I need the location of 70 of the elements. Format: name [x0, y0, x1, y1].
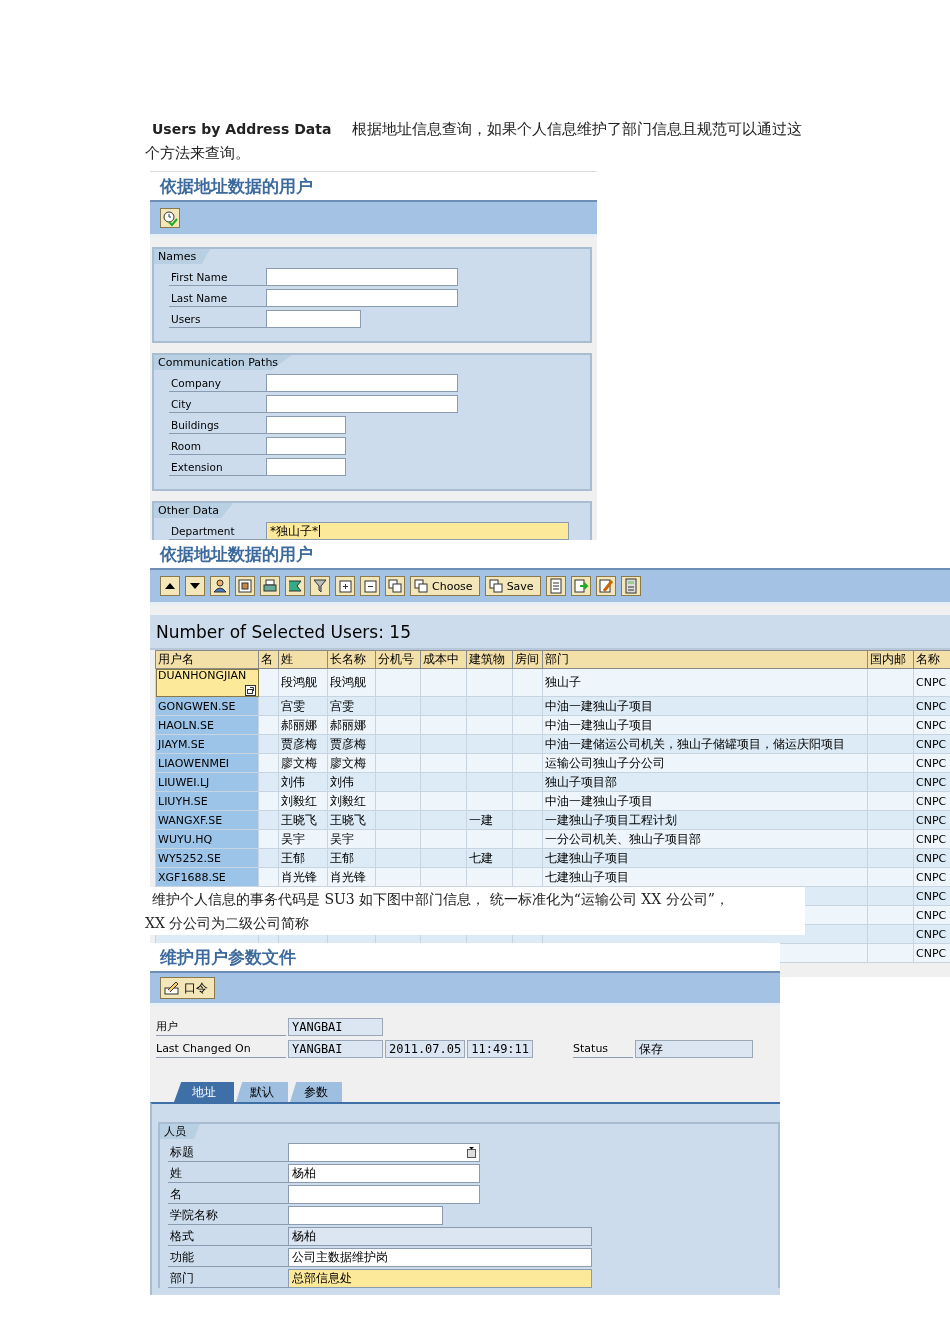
dropdown-field[interactable]: [288, 1143, 480, 1162]
input-field[interactable]: 公司主数据维护岗: [288, 1248, 592, 1267]
pencil-icon[interactable]: [595, 576, 616, 596]
column-header[interactable]: 房间: [512, 650, 543, 669]
display-field: 保存: [635, 1040, 754, 1058]
tab[interactable]: 参数: [290, 1082, 342, 1102]
column-header[interactable]: 部门: [542, 650, 868, 669]
note-paragraph: 维护个人信息的事务代码是 SU3 如下图中部门信息， 统一标准化为“运输公司 XX 分公司”， XX 分公司为二级公司简称: [145, 887, 805, 935]
intro-paragraph: Users by Address Data 根据地址信息查询，如果个人信息维护了部门信息且规范可以通过这个方法来查询。: [145, 119, 804, 164]
filter-icon[interactable]: [310, 576, 330, 596]
collapse-icon[interactable]: [360, 576, 380, 596]
input-field[interactable]: [266, 416, 346, 434]
copy-icon: [414, 579, 428, 593]
column-header[interactable]: 用户名: [155, 650, 259, 669]
column-header[interactable]: 分机号: [375, 650, 421, 669]
export-icon[interactable]: [570, 576, 591, 596]
screen-title: 依据地址数据的用户: [160, 542, 313, 566]
input-field[interactable]: [266, 310, 361, 328]
tab[interactable]: 地址: [174, 1082, 234, 1102]
list-icon[interactable]: [467, 1147, 476, 1158]
input-field[interactable]: 杨柏: [288, 1164, 480, 1183]
column-header[interactable]: 国内邮: [867, 650, 914, 669]
input-field[interactable]: [266, 374, 458, 392]
toolbar-button[interactable]: Choose: [410, 576, 480, 596]
column-header[interactable]: 名: [258, 650, 279, 669]
copy-icon: [488, 579, 503, 593]
tab[interactable]: 默认: [236, 1082, 288, 1102]
field-label: Last Changed On: [156, 1040, 286, 1058]
screen-title: 依据地址数据的用户: [160, 174, 313, 198]
input-field[interactable]: [266, 437, 346, 455]
field-label: 用户: [156, 1018, 286, 1036]
group-title: 人员: [160, 1124, 200, 1139]
pencil-icon: [164, 981, 180, 995]
input-field[interactable]: *独山子*: [266, 522, 569, 540]
result-count: Number of Selected Users: 15: [156, 621, 411, 642]
input-field[interactable]: [266, 458, 346, 476]
column-header[interactable]: 建筑物: [466, 650, 513, 669]
expand-icon[interactable]: [335, 576, 355, 596]
field-label: Status: [573, 1040, 634, 1058]
table-cell: 独山子: [542, 668, 868, 697]
group-title: Communication Paths: [154, 355, 293, 370]
input-field[interactable]: [266, 268, 458, 286]
clock-check-icon[interactable]: [160, 208, 180, 228]
input-field[interactable]: [288, 1206, 443, 1225]
printer-icon[interactable]: [260, 576, 280, 596]
group-title: Names: [154, 249, 211, 264]
frame-icon[interactable]: [235, 576, 255, 596]
toolbar-button[interactable]: Save: [484, 576, 541, 596]
input-field[interactable]: [266, 395, 458, 413]
display-field: 2011.07.05: [385, 1040, 466, 1058]
input-field[interactable]: [266, 289, 458, 307]
column-header[interactable]: 长名称: [327, 650, 376, 669]
calculator-icon[interactable]: [620, 576, 641, 596]
person-icon[interactable]: [210, 576, 230, 596]
sheet-icon[interactable]: [545, 576, 566, 596]
copy-icon[interactable]: [385, 576, 405, 596]
screen-title: 维护用户参数文件: [160, 945, 296, 969]
input-field: 杨柏: [288, 1227, 592, 1246]
column-header[interactable]: 成本中: [420, 650, 467, 669]
column-header[interactable]: 名称: [913, 650, 950, 669]
table-cell[interactable]: DUANHONGJIAN: [155, 668, 259, 697]
column-header[interactable]: 姓: [278, 650, 328, 669]
popup-icon[interactable]: [245, 685, 256, 696]
password-button[interactable]: 口令: [160, 977, 215, 999]
display-field: YANGBAI: [288, 1018, 383, 1036]
group-title: Other Data: [154, 503, 233, 518]
display-field: YANGBAI: [288, 1040, 383, 1058]
input-field[interactable]: [288, 1185, 480, 1204]
input-field[interactable]: 总部信息处: [288, 1269, 592, 1288]
display-field: 11:49:11: [467, 1040, 534, 1058]
